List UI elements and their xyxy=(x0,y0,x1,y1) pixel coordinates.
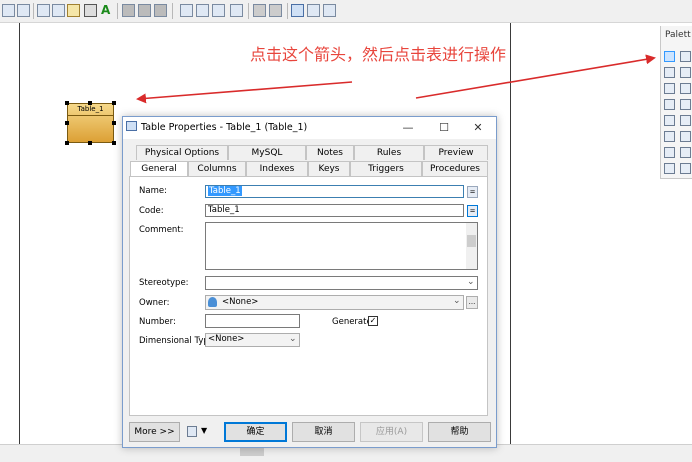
comment-scrollbar-thumb[interactable] xyxy=(467,235,476,247)
palette-title: Palett xyxy=(665,30,691,40)
tab-keys[interactable]: Keys xyxy=(308,161,350,176)
comment-scrollbar[interactable] xyxy=(466,223,477,269)
name-label: Name: xyxy=(139,186,167,196)
number-label: Number: xyxy=(139,317,176,327)
dropdown-arrow-icon[interactable]: ▼ xyxy=(201,426,207,435)
owner-select[interactable]: <None> xyxy=(205,295,464,310)
stereotype-label: Stereotype: xyxy=(139,278,189,288)
arc-tool-icon[interactable] xyxy=(664,147,675,158)
tab-triggers[interactable]: Triggers xyxy=(350,161,422,176)
selection-handle[interactable] xyxy=(65,121,69,125)
tab-rules[interactable]: Rules xyxy=(354,145,424,160)
code-field[interactable]: Table_1 xyxy=(205,204,464,217)
minimize-button[interactable]: — xyxy=(400,121,416,134)
print-icon[interactable] xyxy=(187,426,197,437)
chevron-down-icon[interactable]: ⌄ xyxy=(467,277,475,287)
view-tool-icon[interactable] xyxy=(664,115,675,126)
table-symbol[interactable]: Table_1 xyxy=(67,103,114,143)
tab-procedures[interactable]: Procedures xyxy=(422,161,488,176)
maximize-button[interactable]: ☐ xyxy=(436,121,452,134)
selection-handle[interactable] xyxy=(112,141,116,145)
ok-button[interactable]: 确定 xyxy=(224,422,287,442)
cancel-button[interactable]: 取消 xyxy=(292,422,355,442)
comment-field[interactable] xyxy=(205,222,478,270)
code-label: Code: xyxy=(139,206,164,216)
selection-handle[interactable] xyxy=(88,141,92,145)
tab-preview[interactable]: Preview xyxy=(424,145,488,160)
stereotype-select[interactable] xyxy=(205,276,478,290)
ellipse-tool-icon[interactable] xyxy=(664,163,675,174)
selection-handle[interactable] xyxy=(112,101,116,105)
pointer-icon[interactable] xyxy=(664,51,675,62)
table-tool-icon[interactable] xyxy=(664,99,675,110)
name-field[interactable]: Table_1 xyxy=(205,185,464,198)
selection-handle[interactable] xyxy=(65,101,69,105)
arrow-to-palette xyxy=(415,54,656,99)
tab-columns[interactable]: Columns xyxy=(188,161,246,176)
delete-icon[interactable] xyxy=(664,83,675,94)
code-sync-button[interactable]: = xyxy=(467,205,478,217)
selection-handle[interactable] xyxy=(112,121,116,125)
arrow-to-table xyxy=(136,81,353,104)
help-button[interactable]: 帮助 xyxy=(428,422,491,442)
owner-browse-button[interactable]: ... xyxy=(466,296,478,309)
file-tool-icon[interactable] xyxy=(680,131,691,142)
procedure-tool-icon[interactable] xyxy=(664,131,675,142)
tab-mysql[interactable]: MySQL xyxy=(228,145,306,160)
reference-tool-icon[interactable] xyxy=(680,99,691,110)
polyline-tool-icon[interactable] xyxy=(680,163,691,174)
dialog-title: Table Properties - Table_1 (Table_1) xyxy=(141,122,308,133)
chevron-down-icon[interactable]: ⌄ xyxy=(289,334,297,344)
generate-checkbox[interactable]: ✓ xyxy=(368,316,378,326)
dimensional-type-select[interactable]: <None> xyxy=(205,333,300,347)
rectangle-tool-icon[interactable] xyxy=(680,147,691,158)
number-field[interactable] xyxy=(205,314,300,328)
zoom-out-icon[interactable] xyxy=(680,67,691,78)
apply-button[interactable]: 应用(A) xyxy=(360,422,423,442)
tab-notes[interactable]: Notes xyxy=(306,145,354,160)
table-symbol-name: Table_1 xyxy=(68,104,113,116)
name-code-sync-button[interactable]: = xyxy=(467,186,478,198)
selection-handle[interactable] xyxy=(88,101,92,105)
properties-icon[interactable] xyxy=(680,83,691,94)
comment-label: Comment: xyxy=(139,225,184,235)
close-button[interactable]: ✕ xyxy=(470,121,486,134)
name-value: Table_1 xyxy=(208,186,242,196)
selection-handle[interactable] xyxy=(65,141,69,145)
package-tool-icon[interactable] xyxy=(680,115,691,126)
user-icon xyxy=(208,297,217,307)
tab-physical-options[interactable]: Physical Options xyxy=(136,145,228,160)
more-button[interactable]: More >> xyxy=(129,422,180,442)
owner-label: Owner: xyxy=(139,298,170,308)
zoom-in-icon[interactable] xyxy=(664,67,675,78)
grabber-icon[interactable] xyxy=(680,51,691,62)
table-icon xyxy=(126,121,137,131)
tab-indexes[interactable]: Indexes xyxy=(246,161,308,176)
chevron-down-icon[interactable]: ⌄ xyxy=(453,296,461,306)
tab-general[interactable]: General xyxy=(130,161,188,177)
